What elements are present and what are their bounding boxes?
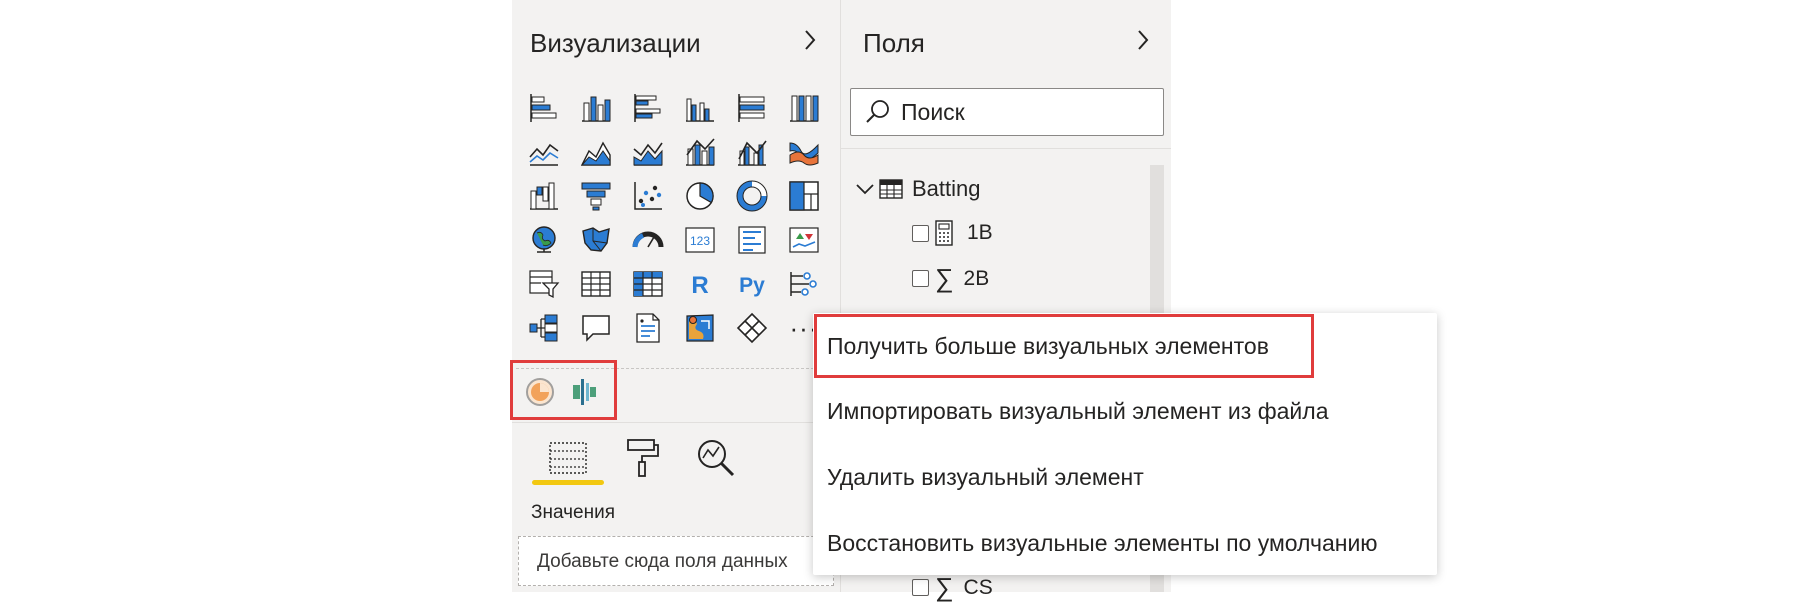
python-visual-icon[interactable]: Py xyxy=(726,262,778,306)
visual-gallery: 123 R Py ··· xyxy=(518,86,838,350)
stacked-area-chart-icon[interactable] xyxy=(622,130,674,174)
card-icon[interactable]: 123 xyxy=(674,218,726,262)
field-name: 1B xyxy=(967,221,993,244)
clustered-column-chart-icon[interactable] xyxy=(674,86,726,130)
scatter-chart-icon[interactable] xyxy=(622,174,674,218)
field-row-2b[interactable]: ∑ 2B xyxy=(912,263,989,294)
search-icon xyxy=(866,100,889,123)
power-apps-visual-icon[interactable] xyxy=(726,306,778,350)
fields-title: Поля xyxy=(863,28,925,58)
table-icon xyxy=(879,179,903,199)
stacked-bar-chart-icon[interactable] xyxy=(518,86,570,130)
tab-fields-build[interactable] xyxy=(540,430,596,486)
decomposition-tree-icon[interactable] xyxy=(518,306,570,350)
sigma-icon: ∑ xyxy=(935,572,954,602)
sigma-icon: ∑ xyxy=(935,263,954,293)
slicer-icon[interactable] xyxy=(518,262,570,306)
field-name: CS xyxy=(963,575,993,599)
menu-item-restore-default-visuals[interactable]: Восстановить визуальные элементы по умол… xyxy=(827,530,1378,557)
donut-chart-icon[interactable] xyxy=(726,174,778,218)
ribbon-chart-icon[interactable] xyxy=(778,130,830,174)
waterfall-chart-icon[interactable] xyxy=(518,174,570,218)
r-script-visual-icon[interactable]: R xyxy=(674,262,726,306)
values-label: Значения xyxy=(531,502,615,523)
tab-format-visual[interactable] xyxy=(614,430,670,486)
search-input[interactable] xyxy=(899,97,1143,127)
r-visual-label: R xyxy=(691,272,708,299)
collapse-visualizations-chevron-icon[interactable] xyxy=(796,26,824,54)
menu-item-highlight xyxy=(814,314,1314,378)
active-tab-underline xyxy=(532,480,604,485)
fields-search-box[interactable] xyxy=(850,88,1164,136)
field-checkbox[interactable] xyxy=(912,579,929,596)
analytics-magnifier-icon xyxy=(698,440,735,477)
100-stacked-column-chart-icon[interactable] xyxy=(778,86,830,130)
gauge-icon[interactable] xyxy=(622,218,674,262)
map-globe-icon[interactable] xyxy=(518,218,570,262)
funnel-chart-icon[interactable] xyxy=(570,174,622,218)
key-influencers-icon[interactable] xyxy=(778,262,830,306)
paint-roller-icon xyxy=(627,439,659,477)
area-chart-icon[interactable] xyxy=(570,130,622,174)
card-icon-number: 123 xyxy=(690,234,710,248)
stacked-column-chart-icon[interactable] xyxy=(570,86,622,130)
line-and-stacked-column-chart-icon[interactable] xyxy=(674,130,726,174)
fields-divider xyxy=(841,148,1171,149)
custom-visuals-highlight xyxy=(510,360,617,420)
menu-item-remove-visual[interactable]: Удалить визуальный элемент xyxy=(827,464,1144,491)
multi-row-card-icon[interactable] xyxy=(726,218,778,262)
chevron-down-icon[interactable] xyxy=(854,178,876,200)
calculator-icon xyxy=(935,220,953,246)
field-row-1b[interactable]: 1B xyxy=(912,219,993,247)
field-checkbox[interactable] xyxy=(912,270,929,287)
build-visual-icon xyxy=(549,442,587,474)
clustered-bar-chart-icon[interactable] xyxy=(622,86,674,130)
table-visual-icon[interactable] xyxy=(570,262,622,306)
field-row-cs[interactable]: ∑ CS xyxy=(912,572,993,603)
qna-visual-icon[interactable] xyxy=(570,306,622,350)
collapse-fields-chevron-icon[interactable] xyxy=(1129,26,1157,54)
treemap-icon[interactable] xyxy=(778,174,830,218)
smart-narrative-icon[interactable] xyxy=(622,306,674,350)
kpi-icon[interactable] xyxy=(778,218,830,262)
table-node-batting[interactable]: Batting xyxy=(854,176,981,202)
menu-item-import-from-file[interactable]: Импортировать визуальный элемент из файл… xyxy=(827,398,1329,425)
python-visual-label: Py xyxy=(739,274,765,297)
field-name: 2B xyxy=(963,266,990,290)
tab-analytics[interactable] xyxy=(688,430,744,486)
table-name: Batting xyxy=(912,176,981,201)
arcgis-map-icon[interactable] xyxy=(674,306,726,350)
line-chart-icon[interactable] xyxy=(518,130,570,174)
filled-map-icon[interactable] xyxy=(570,218,622,262)
values-drop-well[interactable]: Добавьте сюда поля данных xyxy=(518,536,834,586)
pie-chart-icon[interactable] xyxy=(674,174,726,218)
line-and-clustered-column-chart-icon[interactable] xyxy=(726,130,778,174)
matrix-visual-icon[interactable] xyxy=(622,262,674,306)
visualizations-title: Визуализации xyxy=(530,28,701,58)
100-stacked-bar-chart-icon[interactable] xyxy=(726,86,778,130)
field-checkbox[interactable] xyxy=(912,224,929,242)
section-divider xyxy=(512,422,840,423)
